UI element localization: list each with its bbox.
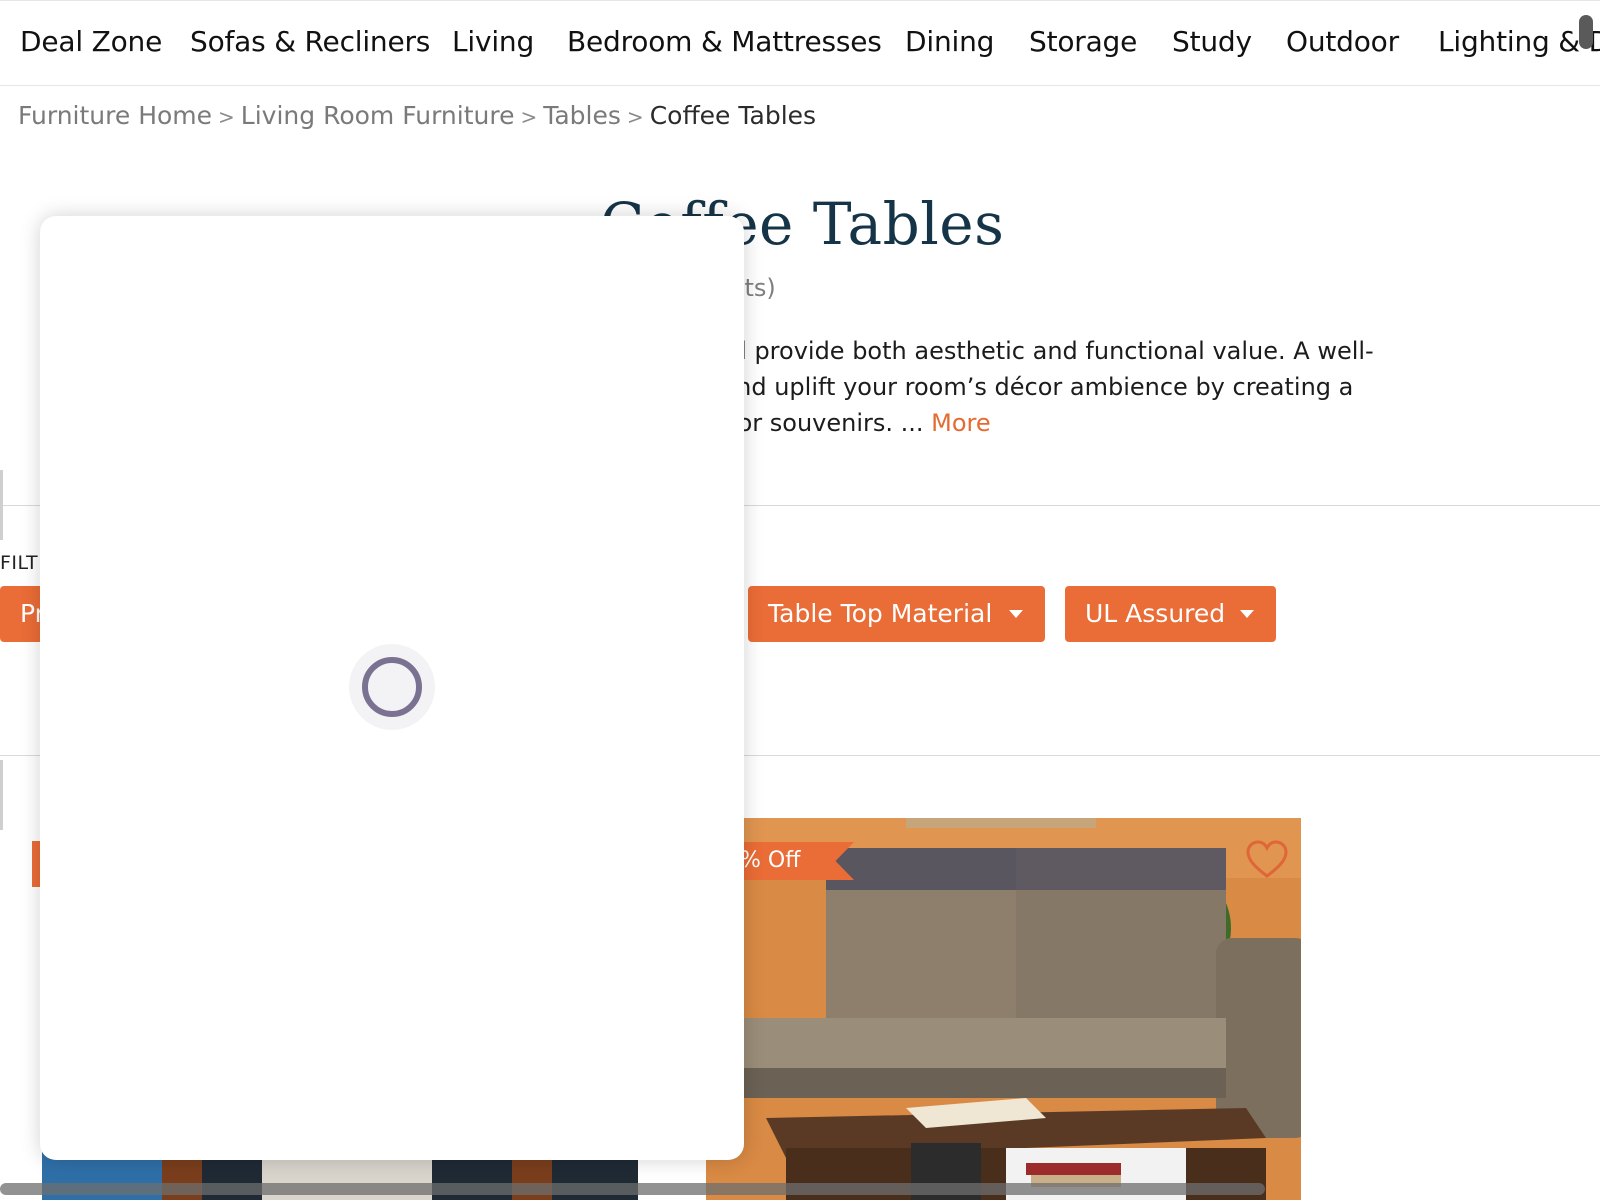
edge-tab — [0, 470, 3, 540]
nav-item-deal-zone[interactable]: Deal Zone — [20, 25, 162, 58]
top-navigation: Deal Zone Sofas & Recliners Living Bedro… — [0, 0, 1600, 86]
nav-item-study[interactable]: Study — [1172, 25, 1252, 58]
nav-item-storage[interactable]: Storage — [1029, 25, 1137, 58]
breadcrumb-living-room-furniture[interactable]: Living Room Furniture — [241, 101, 515, 130]
nav-item-living[interactable]: Living — [452, 25, 534, 58]
nav-item-bedroom-mattresses[interactable]: Bedroom & Mattresses — [567, 25, 882, 58]
breadcrumb-separator: > — [520, 105, 538, 129]
discount-label: % Off — [740, 848, 801, 873]
nav-scroll-handle[interactable] — [1579, 15, 1593, 49]
horizontal-scrollbar[interactable] — [0, 1183, 1265, 1195]
more-link[interactable]: More — [931, 409, 991, 437]
filter-table-top-material-button[interactable]: Table Top Material — [748, 586, 1045, 642]
breadcrumb-separator: > — [626, 105, 644, 129]
breadcrumb-furniture-home[interactable]: Furniture Home — [18, 101, 212, 130]
caret-down-icon — [1009, 610, 1023, 618]
nav-item-lighting-decor[interactable]: Lighting & D — [1438, 25, 1600, 58]
filter-ul-assured-label: UL Assured — [1085, 599, 1226, 628]
breadcrumb-separator: > — [218, 105, 235, 129]
loading-spinner-icon — [362, 657, 422, 717]
breadcrumb: Furniture Home > Living Room Furniture > Tab… — [18, 101, 816, 130]
nav-item-sofas-recliners[interactable]: Sofas & Recliners — [190, 25, 430, 58]
nav-item-dining[interactable]: Dining — [905, 25, 994, 58]
filter-table-top-material-label: Table Top Material — [768, 599, 993, 628]
filter-ul-assured-button[interactable]: UL Assured — [1065, 586, 1276, 642]
heart-icon[interactable] — [1245, 840, 1289, 880]
breadcrumb-tables[interactable]: Tables — [543, 101, 621, 130]
caret-down-icon — [1240, 610, 1254, 618]
breadcrumb-current: Coffee Tables — [649, 101, 817, 130]
loading-modal — [40, 216, 744, 1160]
filters-label: FILT — [0, 552, 39, 574]
nav-item-outdoor[interactable]: Outdoor — [1286, 25, 1399, 58]
edge-tab — [0, 760, 3, 830]
